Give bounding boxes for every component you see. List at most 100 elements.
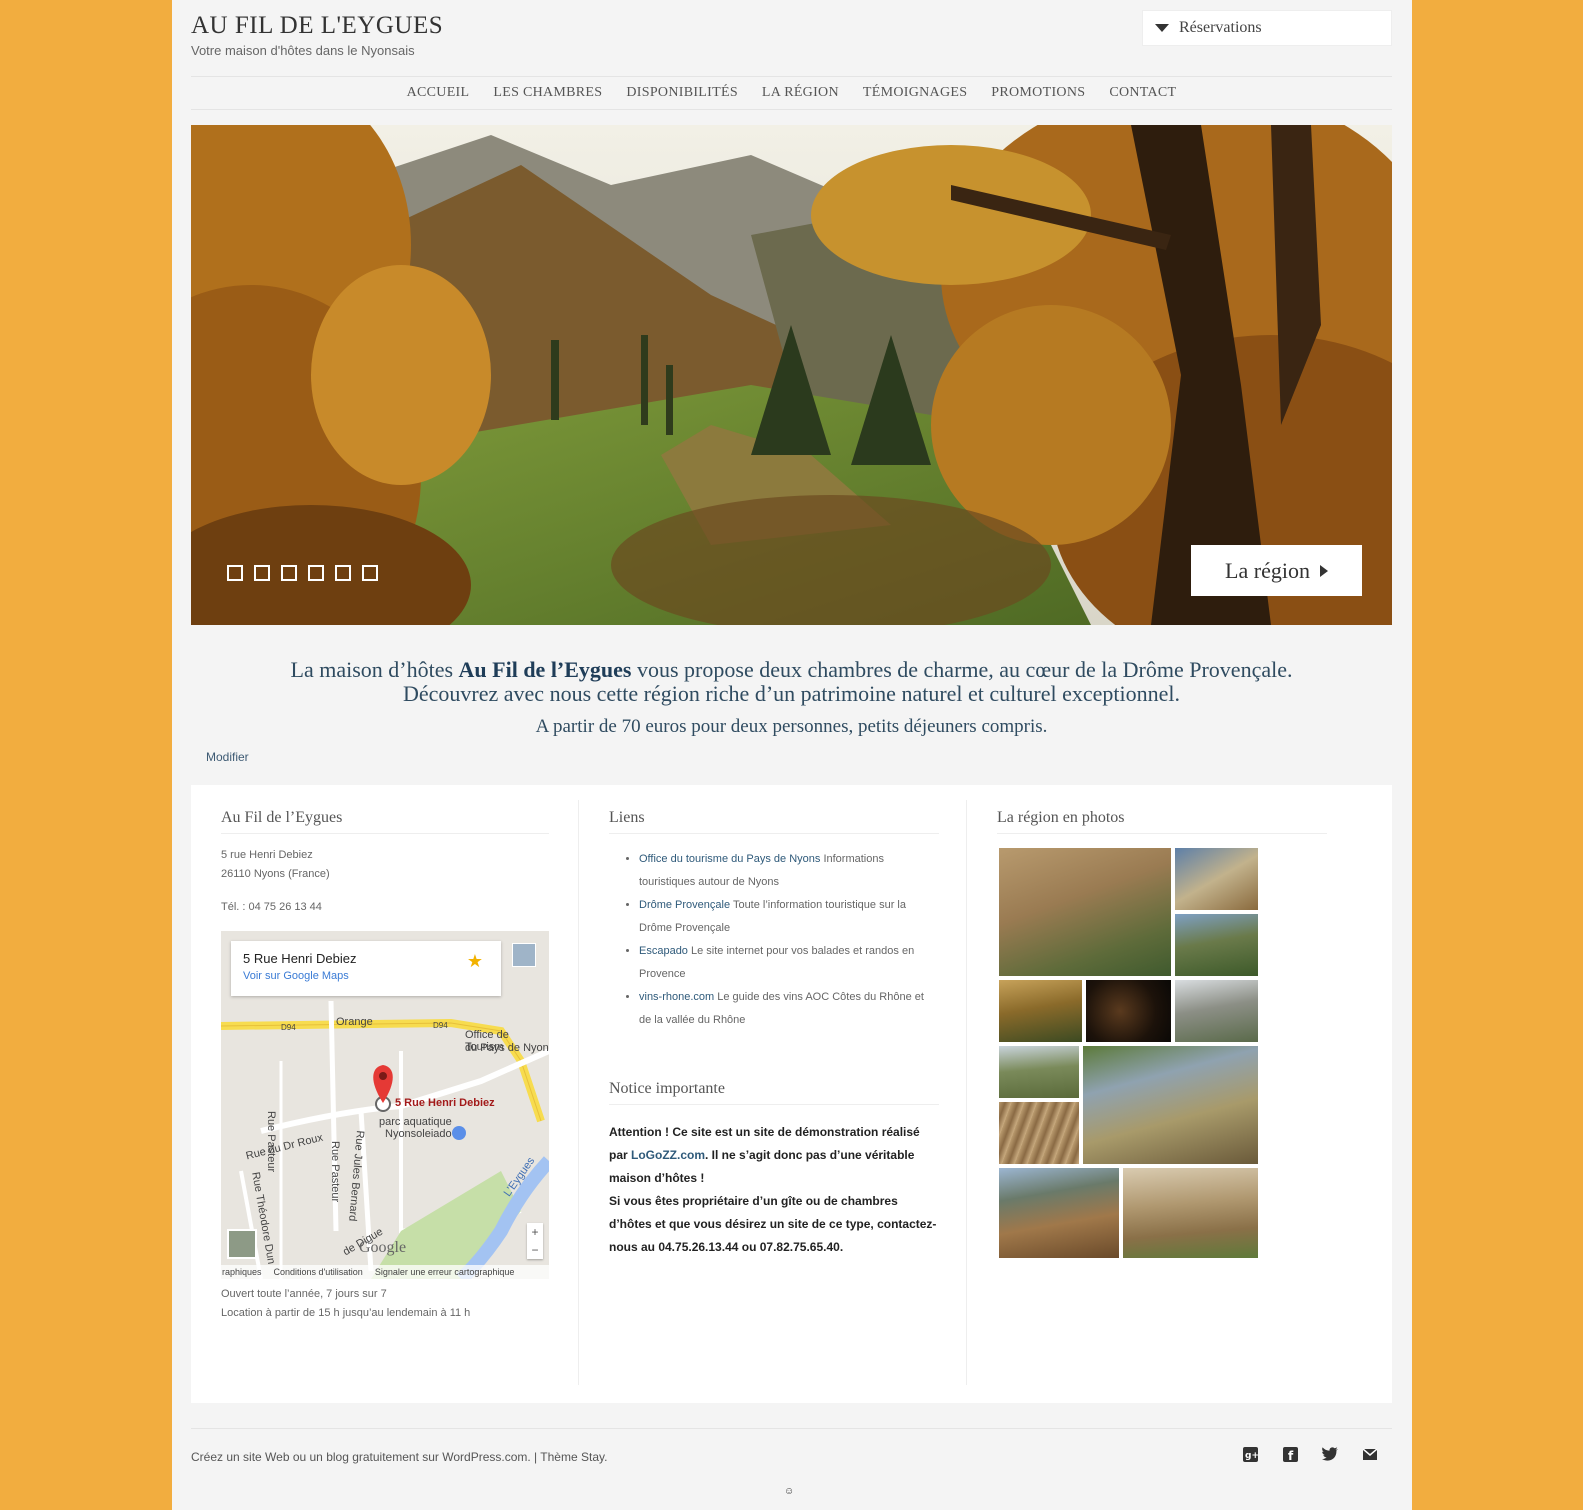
main-navigation: ACCUEIL LES CHAMBRES DISPONIBILITÉS LA R… xyxy=(191,76,1392,110)
slider-dot-6[interactable] xyxy=(362,565,378,581)
footer-widgets: Au Fil de l’Eygues 5 rue Henri Debiez 26… xyxy=(191,785,1392,1403)
la-region-button[interactable]: La région xyxy=(1191,545,1362,596)
theme-link[interactable]: Thème Stay. xyxy=(540,1450,607,1464)
gallery-photo[interactable] xyxy=(999,1102,1079,1164)
svg-text:g+: g+ xyxy=(1245,1451,1258,1461)
link-escapado[interactable]: Escapado xyxy=(639,945,688,957)
slider-dot-4[interactable] xyxy=(308,565,324,581)
satellite-toggle-icon[interactable] xyxy=(227,1229,257,1259)
wordpress-link[interactable]: Créez un site Web ou un blog gratuitemen… xyxy=(191,1450,531,1464)
intro-line-2: Découvrez avec nous cette région riche d… xyxy=(403,681,1180,706)
photos-widget: La région en photos xyxy=(997,785,1327,1385)
map-label-d94: D94 xyxy=(281,1023,296,1032)
slider-pagination xyxy=(227,565,378,581)
map-footer-terms[interactable]: Conditions d'utilisation xyxy=(274,1267,363,1277)
map-footer-data[interactable]: raphiques xyxy=(222,1267,262,1277)
nav-item-contact[interactable]: CONTACT xyxy=(1097,85,1188,101)
caret-down-icon xyxy=(1155,24,1169,32)
contact-widget-title: Au Fil de l’Eygues xyxy=(221,809,549,834)
nav-item-region[interactable]: LA RÉGION xyxy=(750,85,851,101)
link-drome-provencale[interactable]: Drôme Provençale xyxy=(639,899,730,911)
map-label-aquatique: parc aquatique xyxy=(379,1116,452,1128)
map-card-link[interactable]: Voir sur Google Maps xyxy=(243,970,489,982)
google-plus-icon[interactable]: g+ xyxy=(1242,1446,1258,1462)
map-card-title: 5 Rue Henri Debiez xyxy=(243,951,357,966)
intro-line-1-end: vous propose deux chambres de charme, au… xyxy=(631,657,1293,682)
reservations-label: Réservations xyxy=(1179,19,1262,36)
site-credit: Créez un site Web ou un blog gratuitemen… xyxy=(191,1450,607,1464)
slider-dot-2[interactable] xyxy=(254,565,270,581)
photos-widget-title: La région en photos xyxy=(997,809,1327,834)
site-title[interactable]: AU FIL DE L'EYGUES xyxy=(191,12,443,40)
opening-hours-line-1: Ouvert toute l’année, 7 jours sur 7 xyxy=(221,1288,387,1300)
slider-dot-5[interactable] xyxy=(335,565,351,581)
notice-widget-title: Notice importante xyxy=(609,1080,939,1105)
zoom-out-icon[interactable]: − xyxy=(527,1241,543,1259)
zoom-in-icon[interactable]: + xyxy=(527,1223,543,1241)
svg-text:f: f xyxy=(1288,1449,1294,1462)
google-map[interactable]: Orange D94 D94 Office de Tourism du Pays… xyxy=(221,931,549,1279)
slider-dot-3[interactable] xyxy=(281,565,297,581)
slider-dot-1[interactable] xyxy=(227,565,243,581)
reservations-dropdown[interactable]: Réservations xyxy=(1142,10,1392,46)
links-widget-title: Liens xyxy=(609,809,939,834)
gallery-photo[interactable] xyxy=(999,980,1082,1042)
page-container: AU FIL DE L'EYGUES Votre maison d'hôtes … xyxy=(172,0,1412,1510)
map-footer: raphiques Conditions d'utilisation Signa… xyxy=(221,1265,549,1279)
smiley-icon: ☺ xyxy=(784,1486,795,1497)
nav-item-accueil[interactable]: ACCUEIL xyxy=(395,85,482,101)
social-links: g+ f xyxy=(1242,1446,1378,1462)
list-item: vins-rhone.com Le guide des vins AOC Côt… xyxy=(639,986,939,1032)
map-marker-label: 5 Rue Henri Debiez xyxy=(395,1097,495,1109)
email-icon[interactable] xyxy=(1362,1446,1378,1462)
gallery-photo[interactable] xyxy=(1175,914,1258,976)
notice-text-3: Si vous êtes propriétaire d’un gîte ou d… xyxy=(609,1194,937,1254)
gallery-photo[interactable] xyxy=(999,1168,1119,1258)
intro-line-1: La maison d’hôtes Au Fil de l’Eygues vou… xyxy=(191,658,1392,682)
list-item: Escapado Le site internet pour vos balad… xyxy=(639,940,939,986)
nav-item-promotions[interactable]: PROMOTIONS xyxy=(979,85,1097,101)
google-logo: Google xyxy=(359,1239,407,1256)
list-item: Office du tourisme du Pays de Nyons Info… xyxy=(639,848,939,894)
map-label-nyonsoleiado: Nyonsoleiado xyxy=(385,1128,452,1140)
edit-link[interactable]: Modifier xyxy=(206,750,249,764)
map-zoom-control: + − xyxy=(527,1223,543,1259)
gallery-photo[interactable] xyxy=(999,848,1171,976)
star-icon[interactable]: ★ xyxy=(467,951,483,972)
credit-separator: | xyxy=(530,1450,541,1464)
link-vins-rhone[interactable]: vins-rhone.com xyxy=(639,991,714,1003)
column-divider xyxy=(966,800,967,1385)
gallery-photo[interactable] xyxy=(1175,848,1258,910)
footer-divider xyxy=(191,1428,1392,1429)
gallery-photo[interactable] xyxy=(1083,1046,1258,1164)
list-item: Drôme Provençale Toute l’information tou… xyxy=(639,894,939,940)
gallery-photo[interactable] xyxy=(1175,980,1258,1042)
opening-hours: Ouvert toute l’année, 7 jours sur 7 Loca… xyxy=(221,1285,549,1323)
notice-text: Attention ! Ce site est un site de démon… xyxy=(609,1121,939,1259)
twitter-icon[interactable] xyxy=(1322,1446,1338,1462)
hero-slider[interactable]: La région xyxy=(191,125,1392,625)
intro-brand-name: Au Fil de l’Eygues xyxy=(458,657,632,682)
map-footer-report[interactable]: Signaler une erreur cartographique xyxy=(375,1267,515,1277)
logozz-link[interactable]: LoGoZZ.com xyxy=(631,1148,705,1162)
link-office-tourisme[interactable]: Office du tourisme du Pays de Nyons xyxy=(639,853,820,865)
site-description: Votre maison d'hôtes dans le Nyonsais xyxy=(191,43,415,58)
map-label-orange: Orange xyxy=(336,1016,373,1028)
map-label-d94: D94 xyxy=(433,1021,448,1030)
gallery-photo[interactable] xyxy=(999,1046,1079,1098)
intro-price: A partir de 70 euros pour deux personnes… xyxy=(535,716,1048,737)
nav-item-temoignages[interactable]: TÉMOIGNAGES xyxy=(851,85,979,101)
la-region-button-label: La région xyxy=(1225,557,1310,583)
gallery-photo[interactable] xyxy=(1086,980,1171,1042)
facebook-icon[interactable]: f xyxy=(1282,1446,1298,1462)
address-line-2: 26110 Nyons (France) xyxy=(221,868,330,880)
gallery-photo[interactable] xyxy=(1123,1168,1258,1258)
address: 5 rue Henri Debiez 26110 Nyons (France) xyxy=(221,846,549,884)
user-avatar-icon[interactable] xyxy=(512,943,536,967)
caret-right-icon xyxy=(1319,564,1328,577)
map-label-office-2: du Pays de Nyon xyxy=(465,1042,549,1054)
phone: Tél. : 04 75 26 13 44 xyxy=(221,901,322,913)
nav-item-disponibilites[interactable]: DISPONIBILITÉS xyxy=(614,85,750,101)
nav-item-chambres[interactable]: LES CHAMBRES xyxy=(481,85,614,101)
contact-widget: Au Fil de l’Eygues 5 rue Henri Debiez 26… xyxy=(221,785,549,1385)
